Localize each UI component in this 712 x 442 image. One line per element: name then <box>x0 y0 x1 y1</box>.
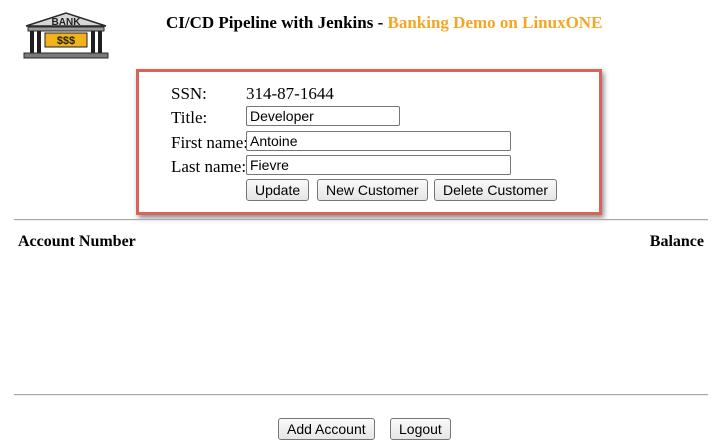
balance-column-header: Balance <box>649 233 704 250</box>
first-name-input[interactable] <box>246 131 511 151</box>
last-name-input[interactable] <box>246 155 511 175</box>
title-label: Title: <box>171 108 208 127</box>
logout-button[interactable]: Logout <box>390 418 451 440</box>
first-name-label: First name: <box>171 133 248 152</box>
page-title: CI/CD Pipeline with Jenkins - Banking De… <box>166 13 602 33</box>
ssn-label: SSN: <box>171 84 207 103</box>
new-customer-button[interactable]: New Customer <box>317 179 428 201</box>
page-title-accent: Banking Demo on LinuxONE <box>387 13 603 32</box>
customer-details-panel: SSN: 314-87-1644 Title: First name: Last… <box>136 69 602 215</box>
page-title-prefix: CI/CD Pipeline with Jenkins - <box>166 13 388 32</box>
account-number-column-header: Account Number <box>18 233 136 250</box>
bank-sign-text: BANK <box>52 17 82 28</box>
title-input[interactable] <box>246 106 400 126</box>
divider-bottom <box>14 394 708 396</box>
ssn-value: 314-87-1644 <box>246 84 334 103</box>
update-button[interactable]: Update <box>246 179 310 201</box>
last-name-label: Last name: <box>171 157 247 176</box>
divider-top <box>14 219 708 221</box>
delete-customer-button[interactable]: Delete Customer <box>434 179 558 201</box>
bank-logo-icon: BANK $$$ <box>23 12 109 59</box>
dollar-sign-text: $$$ <box>57 35 75 47</box>
add-account-button[interactable]: Add Account <box>278 418 375 440</box>
